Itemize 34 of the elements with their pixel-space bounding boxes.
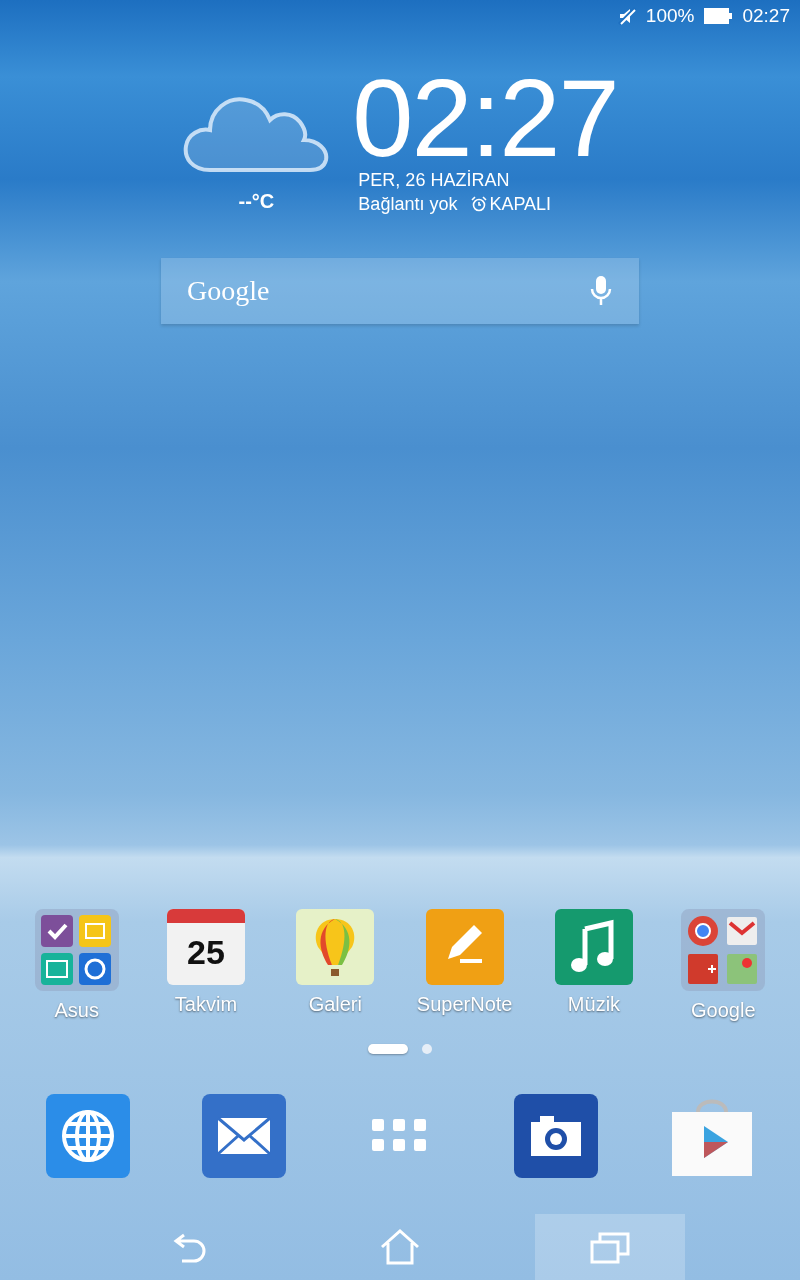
microphone-icon[interactable] [589,275,613,307]
app-grid-icon[interactable] [372,1119,428,1153]
status-time: 02:27 [742,5,790,27]
camera-icon[interactable] [514,1094,598,1178]
balloon-icon[interactable] [296,909,375,985]
app-label[interactable]: Takvim [174,993,238,1016]
back-icon [172,1231,208,1263]
clock-time: 02:27 [352,68,618,168]
calendar-day: 25 [167,933,245,972]
folder-icon[interactable] [34,909,119,991]
battery-percentage: 100% [645,5,695,27]
date: PER, 26 HAZİRAN [358,169,511,192]
envelope-icon[interactable] [202,1094,286,1178]
home-icon [380,1229,420,1265]
mute-icon [617,7,636,25]
app-label[interactable]: Asus [54,999,99,1022]
pencil-icon[interactable] [425,909,504,985]
temperature: --°C [238,190,275,213]
alarm-icon [471,196,488,212]
connection-status: Bağlantı yok [358,193,458,216]
google-logo: Google [187,275,270,307]
recents-icon [590,1230,630,1264]
app-label[interactable]: SuperNote [416,993,513,1016]
folder-icon[interactable] [681,909,766,991]
calendar-icon[interactable]: 25 [167,909,245,985]
app-label[interactable]: Müzik [567,993,621,1016]
app-label[interactable]: Google [691,999,756,1022]
battery-icon [704,8,733,24]
alarm-status: KAPALI [489,193,552,216]
search-bar[interactable]: Google [161,258,639,324]
globe-icon[interactable] [46,1094,130,1178]
app-label[interactable]: Galeri [308,993,362,1016]
music-note-icon[interactable] [554,909,633,985]
page-indicator[interactable] [368,1044,408,1054]
